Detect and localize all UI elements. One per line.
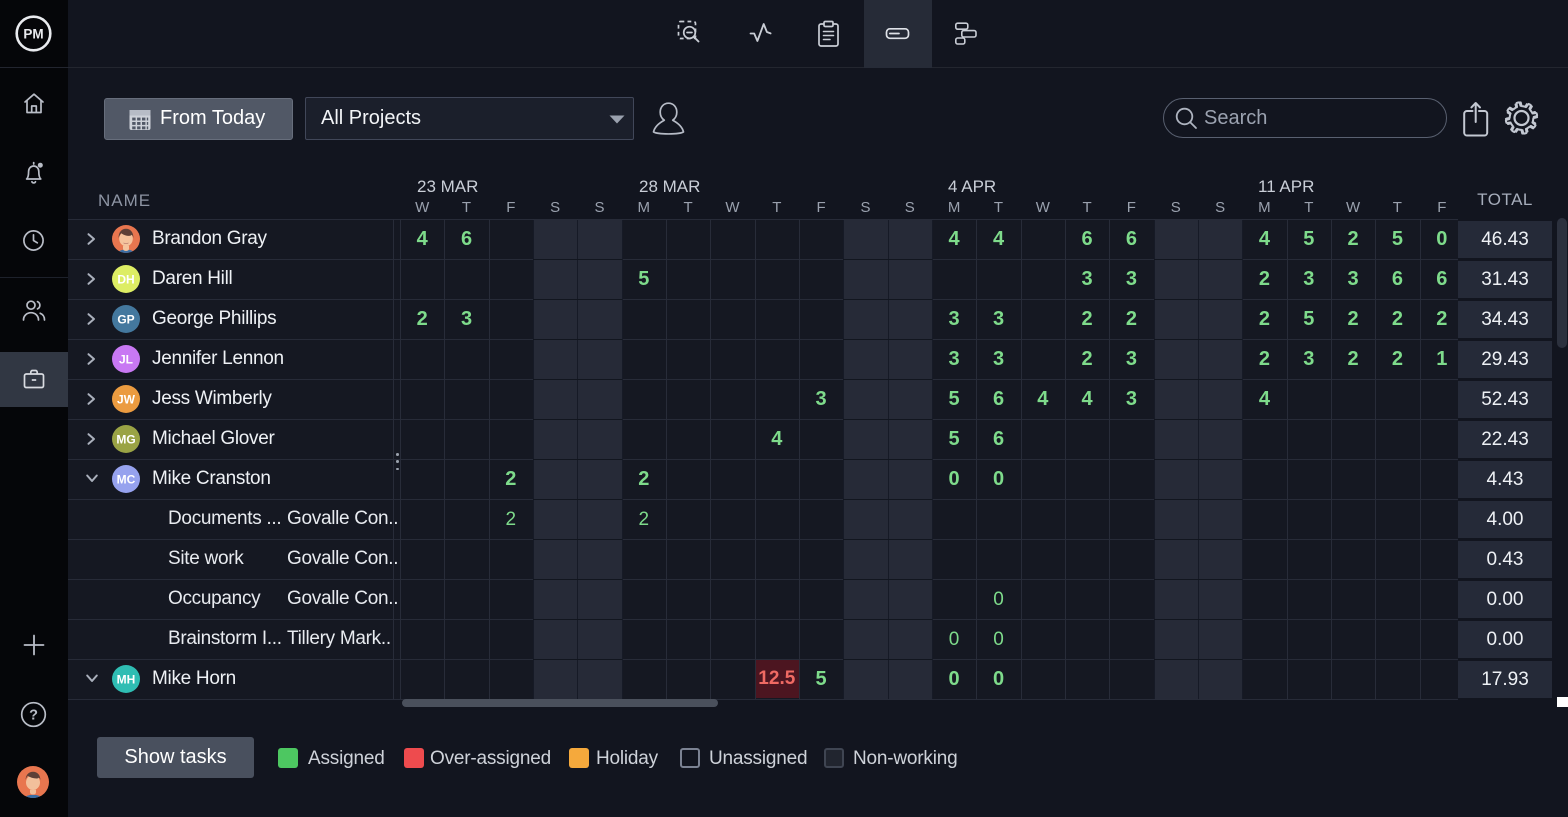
- svg-text:JL: JL: [119, 353, 133, 367]
- svg-text:MH: MH: [117, 673, 136, 687]
- svg-text:JW: JW: [117, 393, 136, 407]
- svg-text:?: ?: [29, 708, 38, 724]
- svg-text:DH: DH: [117, 273, 134, 287]
- svg-text:PM: PM: [23, 27, 43, 42]
- svg-text:MG: MG: [116, 433, 135, 447]
- svg-text:GP: GP: [117, 313, 134, 327]
- svg-text:MC: MC: [117, 473, 136, 487]
